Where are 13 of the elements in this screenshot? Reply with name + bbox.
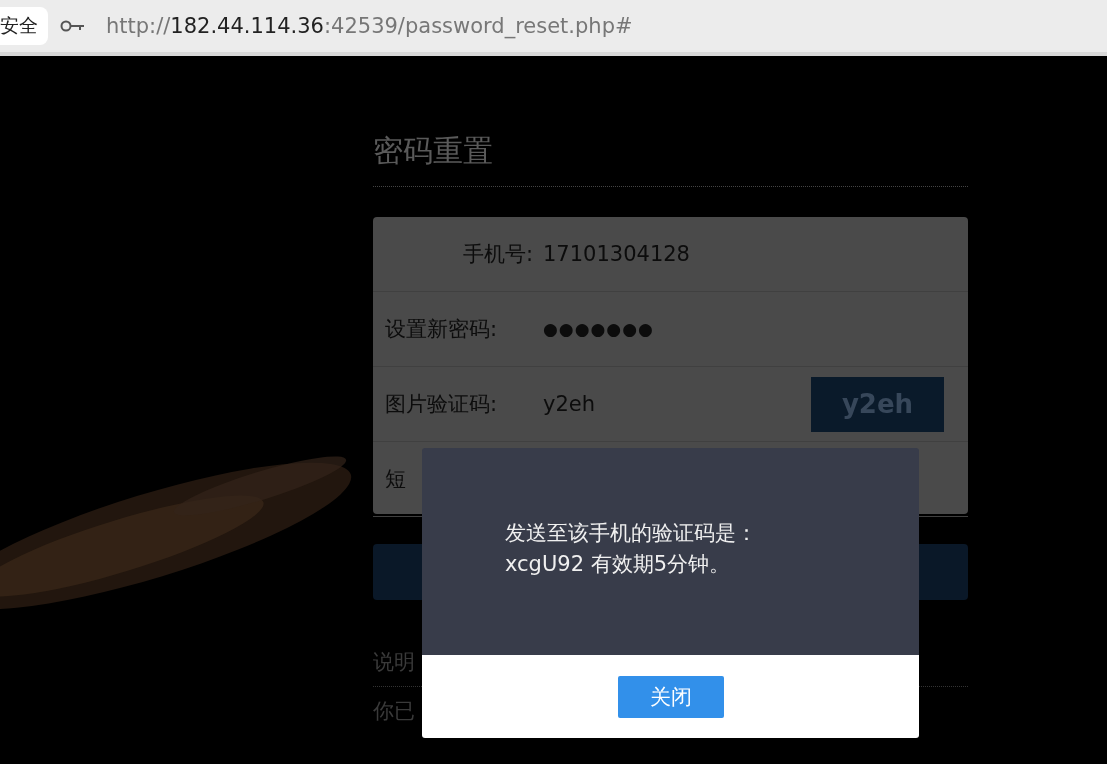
dialog-message: 发送至该手机的验证码是： xcgU92 有效期5分钟。 bbox=[505, 520, 758, 578]
security-label[interactable]: 安全 bbox=[0, 7, 48, 45]
field-label: 图片验证码: bbox=[385, 391, 499, 418]
key-icon bbox=[60, 20, 86, 32]
field-label: 手机号: bbox=[461, 241, 533, 268]
close-button[interactable]: 关闭 bbox=[617, 675, 724, 718]
input-field[interactable]: 17101304128 bbox=[543, 242, 690, 266]
page-title: 密码重置 bbox=[373, 131, 968, 187]
field-label: 设置新密码: bbox=[385, 316, 499, 343]
field-label: 短 bbox=[385, 466, 407, 493]
input-field[interactable]: ●●●●●●● bbox=[543, 319, 654, 339]
input-field[interactable]: y2eh bbox=[543, 392, 596, 416]
url-text[interactable]: http://182.44.114.36:42539/password_reset.php# bbox=[106, 14, 633, 38]
